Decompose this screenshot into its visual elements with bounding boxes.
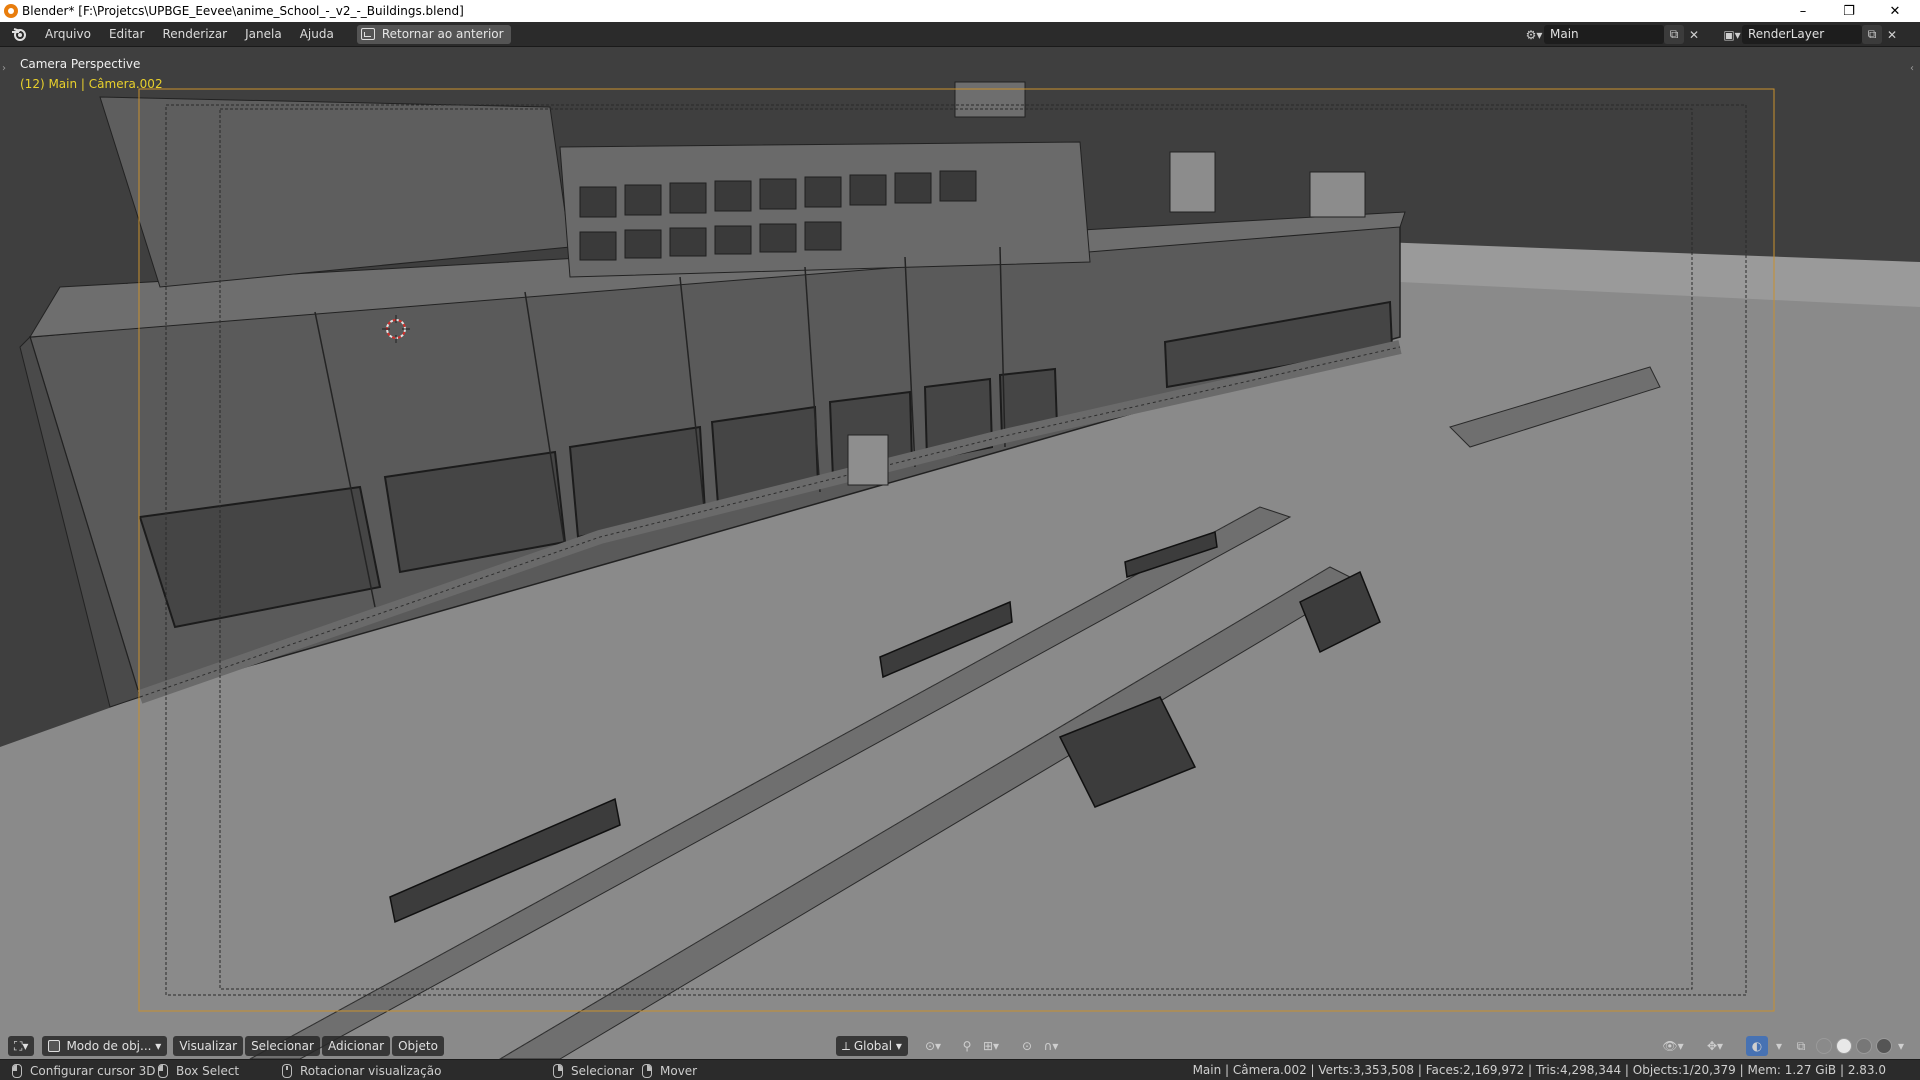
menu-editar[interactable]: Editar bbox=[100, 24, 154, 45]
minimize-button[interactable]: – bbox=[1780, 0, 1826, 22]
scene-icon[interactable]: ⚙▾ bbox=[1524, 25, 1544, 44]
toolbar-expand-icon[interactable]: › bbox=[2, 63, 6, 74]
viewport-header: ⛶▾ Modo de obj... ▾ Visualizar Seleciona… bbox=[0, 1033, 1920, 1059]
wireframe-shading-icon[interactable] bbox=[1816, 1038, 1832, 1054]
editor-type-button[interactable]: ⛶▾ bbox=[8, 1036, 35, 1056]
menu-janela[interactable]: Janela bbox=[236, 24, 291, 45]
new-scene-icon[interactable]: ⧉ bbox=[1664, 25, 1684, 44]
mouse-drag-icon bbox=[158, 1063, 168, 1078]
status-box-select: Box Select bbox=[158, 1063, 239, 1078]
close-button[interactable]: ✕ bbox=[1872, 0, 1918, 22]
proportional-edit-icon[interactable]: ⊙ bbox=[1016, 1036, 1038, 1056]
viewport-title: Camera Perspective bbox=[20, 57, 141, 71]
top-menubar: Arquivo Editar Renderizar Janela Ajuda R… bbox=[0, 22, 1920, 47]
object-mode-icon bbox=[48, 1040, 61, 1052]
menu-ajuda[interactable]: Ajuda bbox=[291, 24, 343, 45]
snap-toggle-icon[interactable]: ⚲ bbox=[956, 1036, 978, 1056]
menu-arquivo[interactable]: Arquivo bbox=[36, 24, 100, 45]
solid-shading-icon[interactable] bbox=[1836, 1038, 1852, 1054]
visibility-icon[interactable]: 👁▾ bbox=[1662, 1036, 1684, 1056]
window-title: Blender* [F:\Projetcs\UPBGE_Eevee\anime_… bbox=[22, 4, 464, 18]
new-view-layer-icon[interactable]: ⧉ bbox=[1862, 25, 1882, 44]
blender-app-icon bbox=[4, 4, 18, 18]
back-to-previous-button[interactable]: Retornar ao anterior bbox=[356, 24, 511, 44]
mouse-right-icon bbox=[553, 1063, 563, 1078]
delete-scene-icon[interactable]: ✕ bbox=[1684, 25, 1704, 44]
shading-options-icon[interactable]: ▾ bbox=[1890, 1036, 1912, 1056]
menu-visualizar[interactable]: Visualizar bbox=[173, 1036, 244, 1056]
viewport-subtitle: (12) Main | Câmera.002 bbox=[20, 77, 163, 91]
overlays-dropdown-icon[interactable]: ▾ bbox=[1768, 1036, 1790, 1056]
shading-modes bbox=[1814, 1038, 1894, 1054]
sidebar-expand-icon[interactable]: ‹ bbox=[1910, 63, 1914, 74]
view-layer-selector: ▣▾ RenderLayer ⧉ ✕ bbox=[1722, 25, 1902, 44]
mouse-right-drag-icon bbox=[642, 1063, 652, 1078]
view-layer-icon[interactable]: ▣▾ bbox=[1722, 25, 1742, 44]
view-layer-name-field[interactable]: RenderLayer bbox=[1742, 25, 1862, 44]
viewport-scene-render bbox=[0, 47, 1920, 1059]
maximize-button[interactable]: ❐ bbox=[1826, 0, 1872, 22]
menu-objeto[interactable]: Objeto bbox=[392, 1036, 444, 1056]
status-bar: Configurar cursor 3D Box Select Rotacion… bbox=[0, 1059, 1920, 1080]
orientation-icon: ⟂ bbox=[842, 1038, 854, 1053]
status-select: Selecionar bbox=[553, 1063, 634, 1078]
status-left-click: Configurar cursor 3D bbox=[12, 1063, 156, 1078]
blender-logo-icon[interactable] bbox=[10, 25, 28, 43]
scene-selector: ⚙▾ Main ⧉ ✕ bbox=[1524, 25, 1704, 44]
delete-view-layer-icon[interactable]: ✕ bbox=[1882, 25, 1902, 44]
3d-viewport[interactable]: Camera Perspective (12) Main | Câmera.00… bbox=[0, 47, 1920, 1059]
material-preview-icon[interactable] bbox=[1856, 1038, 1872, 1054]
falloff-icon[interactable]: ∩▾ bbox=[1040, 1036, 1062, 1056]
scene-name-field[interactable]: Main bbox=[1544, 25, 1664, 44]
back-icon bbox=[360, 28, 375, 40]
pivot-point-icon[interactable]: ⊙▾ bbox=[922, 1036, 944, 1056]
object-mode-dropdown[interactable]: Modo de obj... ▾ bbox=[42, 1036, 168, 1056]
menu-renderizar[interactable]: Renderizar bbox=[153, 24, 236, 45]
mouse-left-icon bbox=[12, 1063, 22, 1078]
overlays-icon[interactable]: ◐ bbox=[1746, 1036, 1768, 1056]
transform-orientation-dropdown[interactable]: ⟂ Global ▾ bbox=[836, 1036, 908, 1056]
window-titlebar: Blender* [F:\Projetcs\UPBGE_Eevee\anime_… bbox=[0, 0, 1920, 22]
status-rotate: Rotacionar visualização bbox=[282, 1063, 441, 1078]
scene-statistics: Main | Câmera.002 | Verts:3,353,508 | Fa… bbox=[1192, 1063, 1886, 1077]
snap-target-icon[interactable]: ⊞▾ bbox=[980, 1036, 1002, 1056]
menu-selecionar[interactable]: Selecionar bbox=[245, 1036, 320, 1056]
gizmo-icon[interactable]: ✥▾ bbox=[1704, 1036, 1726, 1056]
menu-adicionar[interactable]: Adicionar bbox=[321, 1036, 391, 1056]
mouse-middle-icon bbox=[282, 1063, 292, 1078]
status-move: Mover bbox=[642, 1063, 697, 1078]
xray-toggle-icon[interactable]: ⧉ bbox=[1790, 1036, 1812, 1056]
